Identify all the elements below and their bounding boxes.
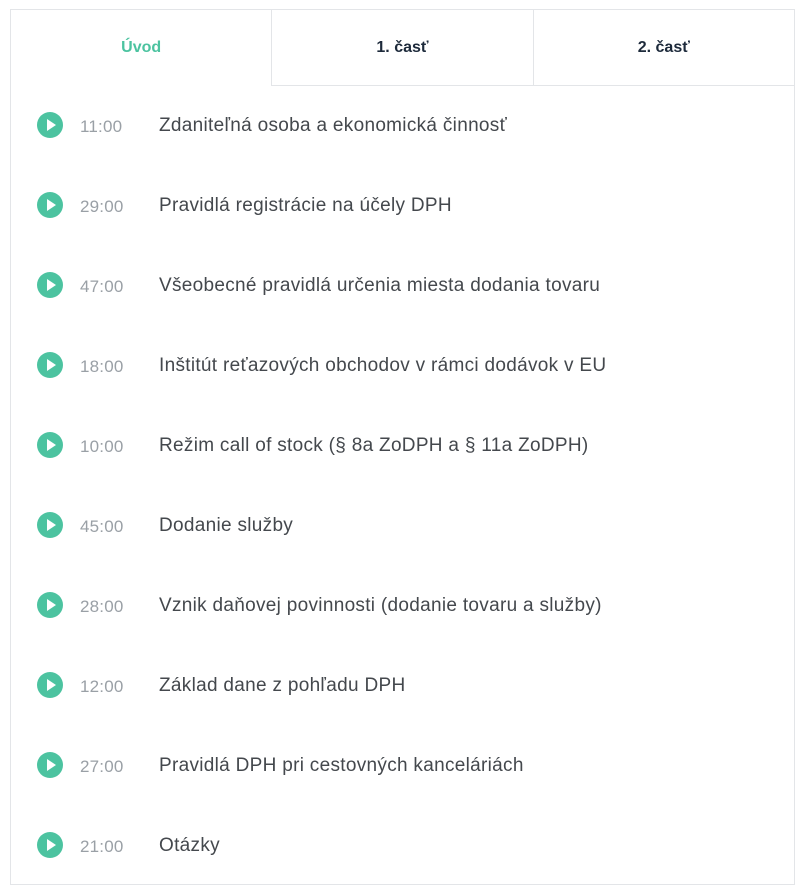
lesson-title[interactable]: Vznik daňovej povinnosti (dodanie tovaru…: [159, 595, 602, 617]
lesson-item[interactable]: 11:00 Zdaniteľná osoba a ekonomická činn…: [11, 86, 794, 166]
tab-bar: Úvod 1. časť 2. časť: [11, 10, 794, 86]
play-icon[interactable]: [37, 752, 63, 778]
lesson-item[interactable]: 10:00 Režim call of stock (§ 8a ZoDPH a …: [11, 406, 794, 486]
lesson-duration: 28:00: [80, 597, 124, 616]
lesson-duration: 29:00: [80, 197, 124, 216]
curriculum-panel: Úvod 1. časť 2. časť 11:00 Zdaniteľná os…: [10, 9, 795, 885]
lesson-title[interactable]: Zdaniteľná osoba a ekonomická činnosť: [159, 115, 507, 137]
lesson-item[interactable]: 12:00 Základ dane z pohľadu DPH: [11, 646, 794, 726]
lesson-duration: 47:00: [80, 277, 124, 296]
lesson-duration: 12:00: [80, 677, 124, 696]
play-icon[interactable]: [37, 112, 63, 138]
lesson-item[interactable]: 28:00 Vznik daňovej povinnosti (dodanie …: [11, 566, 794, 646]
play-icon[interactable]: [37, 672, 63, 698]
lesson-item[interactable]: 45:00 Dodanie služby: [11, 486, 794, 566]
lesson-title[interactable]: Otázky: [159, 835, 220, 857]
lesson-item[interactable]: 29:00 Pravidlá registrácie na účely DPH: [11, 166, 794, 246]
play-icon[interactable]: [37, 192, 63, 218]
play-icon[interactable]: [37, 592, 63, 618]
lesson-duration: 21:00: [80, 837, 124, 856]
tab-part-2[interactable]: 2. časť: [532, 10, 794, 86]
lesson-duration: 27:00: [80, 757, 124, 776]
play-icon[interactable]: [37, 432, 63, 458]
lesson-list: 11:00 Zdaniteľná osoba a ekonomická činn…: [11, 86, 794, 886]
play-icon[interactable]: [37, 832, 63, 858]
lesson-duration: 11:00: [80, 117, 123, 136]
lesson-item[interactable]: 21:00 Otázky: [11, 806, 794, 886]
lesson-duration: 45:00: [80, 517, 124, 536]
lesson-title[interactable]: Režim call of stock (§ 8a ZoDPH a § 11a …: [159, 435, 588, 457]
lesson-duration: 10:00: [80, 437, 124, 456]
tab-uvod[interactable]: Úvod: [11, 10, 272, 86]
lesson-title[interactable]: Základ dane z pohľadu DPH: [159, 675, 405, 697]
lesson-title[interactable]: Pravidlá DPH pri cestovných kanceláriách: [159, 755, 524, 777]
lesson-item[interactable]: 18:00 Inštitút reťazových obchodov v rám…: [11, 326, 794, 406]
lesson-duration: 18:00: [80, 357, 124, 376]
lesson-title[interactable]: Všeobecné pravidlá určenia miesta dodani…: [159, 275, 600, 297]
lesson-title[interactable]: Inštitút reťazových obchodov v rámci dod…: [159, 355, 606, 377]
tab-part-1[interactable]: 1. časť: [271, 10, 533, 86]
lesson-title[interactable]: Pravidlá registrácie na účely DPH: [159, 195, 452, 217]
play-icon[interactable]: [37, 272, 63, 298]
play-icon[interactable]: [37, 352, 63, 378]
lesson-item[interactable]: 27:00 Pravidlá DPH pri cestovných kancel…: [11, 726, 794, 806]
lesson-item[interactable]: 47:00 Všeobecné pravidlá určenia miesta …: [11, 246, 794, 326]
play-icon[interactable]: [37, 512, 63, 538]
lesson-title[interactable]: Dodanie služby: [159, 515, 293, 537]
